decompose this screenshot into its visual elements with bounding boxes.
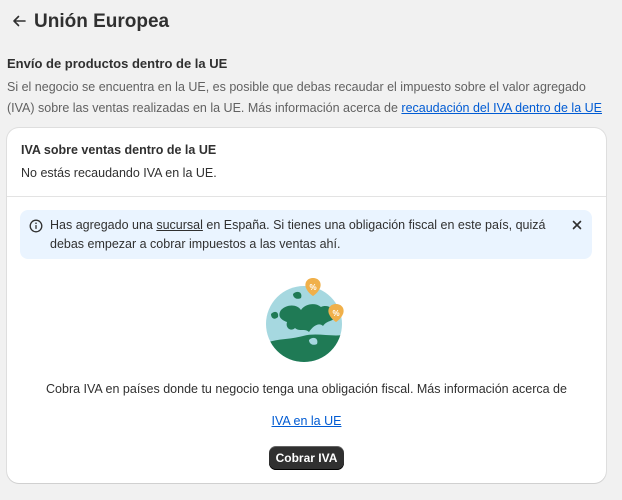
arrow-left-icon <box>12 14 26 33</box>
banner-text-before: Has agregado una <box>50 218 157 232</box>
eu-vat-link[interactable]: IVA en la UE <box>272 414 342 428</box>
vat-card: IVA sobre ventas dentro de la UE No está… <box>7 128 606 483</box>
page-header: Unión Europea <box>0 0 622 46</box>
branch-link[interactable]: sucursal <box>156 218 203 232</box>
dismiss-banner-button[interactable] <box>569 218 585 234</box>
close-icon <box>572 217 582 235</box>
collect-vat-button[interactable]: Cobrar IVA <box>269 446 344 470</box>
empty-state-text: Cobra IVA en países donde tu negocio ten… <box>46 382 567 396</box>
back-button[interactable] <box>8 12 30 34</box>
vat-status-text: No estás recaudando IVA en la UE. <box>21 166 217 180</box>
svg-text:%: % <box>332 309 339 318</box>
info-circle-icon <box>29 219 43 233</box>
card-title: IVA sobre ventas dentro de la UE <box>21 143 217 157</box>
info-banner: Has agregado una sucursal en España. Si … <box>20 210 592 259</box>
section-title: Envío de productos dentro de la UE <box>7 56 228 71</box>
vat-collection-link[interactable]: recaudación del IVA dentro de la UE <box>401 101 602 115</box>
banner-message: Has agregado una sucursal en España. Si … <box>50 216 560 254</box>
section-description: Si el negocio se encuentra en la UE, es … <box>7 77 607 119</box>
card-divider <box>7 196 606 197</box>
europe-map-tax-illustration: % % <box>263 274 349 364</box>
empty-state-link-row: IVA en la UE <box>7 414 606 428</box>
page-title: Unión Europea <box>34 11 170 32</box>
svg-text:%: % <box>309 283 316 292</box>
